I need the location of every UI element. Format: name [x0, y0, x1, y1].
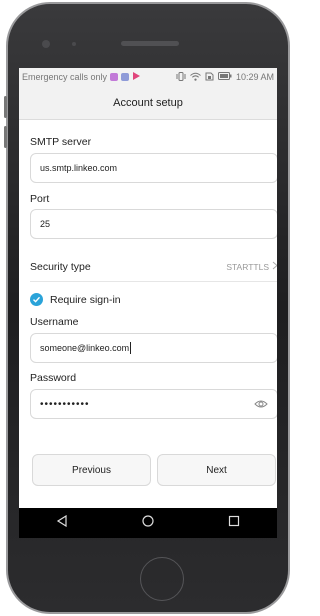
username-field[interactable]: someone@linkeo.com	[30, 333, 277, 363]
recents-icon[interactable]	[228, 514, 240, 532]
password-field[interactable]: •••••••••••	[30, 389, 277, 419]
hardware-home-button[interactable]	[140, 557, 184, 601]
front-camera	[42, 40, 50, 48]
page-title-bar: Account setup	[19, 86, 277, 120]
security-type-label: Security type	[30, 260, 91, 273]
status-bar: Emergency calls only 10:29 AM	[19, 68, 277, 86]
volume-down-button[interactable]	[4, 126, 7, 148]
navigation-bar	[19, 508, 277, 538]
sim-icon	[205, 72, 214, 83]
next-button[interactable]: Next	[157, 454, 276, 486]
home-icon[interactable]	[142, 514, 154, 532]
back-icon[interactable]	[56, 514, 68, 532]
port-field[interactable]: 25	[30, 209, 277, 239]
earpiece-speaker	[121, 41, 179, 46]
chevron-right-icon	[272, 261, 277, 272]
username-value: someone@linkeo.com	[40, 343, 130, 353]
show-password-icon[interactable]	[254, 398, 268, 412]
volume-up-button[interactable]	[4, 96, 7, 118]
play-store-icon	[132, 72, 141, 82]
username-label: Username	[30, 316, 79, 328]
previous-button[interactable]: Previous	[32, 454, 151, 486]
notification-icon	[110, 73, 119, 81]
message-icon	[121, 73, 130, 81]
wifi-icon	[190, 72, 201, 83]
proximity-sensor	[72, 42, 76, 46]
security-type-row[interactable]: Security type STARTTLS	[30, 252, 277, 282]
smtp-server-label: SMTP server	[30, 136, 92, 148]
page-title: Account setup	[113, 96, 183, 109]
security-type-value: STARTTLS	[226, 261, 269, 272]
port-label: Port	[30, 193, 50, 205]
smtp-server-value: us.smtp.linkeo.com	[40, 163, 118, 173]
require-signin-checkbox[interactable]	[30, 293, 43, 306]
require-signin-label: Require sign-in	[50, 293, 121, 306]
require-signin-row[interactable]: Require sign-in	[30, 293, 121, 306]
password-label: Password	[30, 372, 77, 384]
text-cursor	[130, 342, 132, 354]
clock: 10:29 AM	[235, 72, 274, 82]
carrier-text: Emergency calls only	[22, 72, 108, 82]
screen: Emergency calls only 10:29 AM Account se…	[19, 68, 277, 537]
checkmark-icon	[33, 296, 41, 303]
vibrate-icon	[176, 71, 186, 83]
battery-icon	[217, 72, 232, 82]
smtp-server-field[interactable]: us.smtp.linkeo.com	[30, 153, 277, 183]
port-value: 25	[40, 219, 51, 229]
password-value: •••••••••••	[40, 398, 90, 410]
